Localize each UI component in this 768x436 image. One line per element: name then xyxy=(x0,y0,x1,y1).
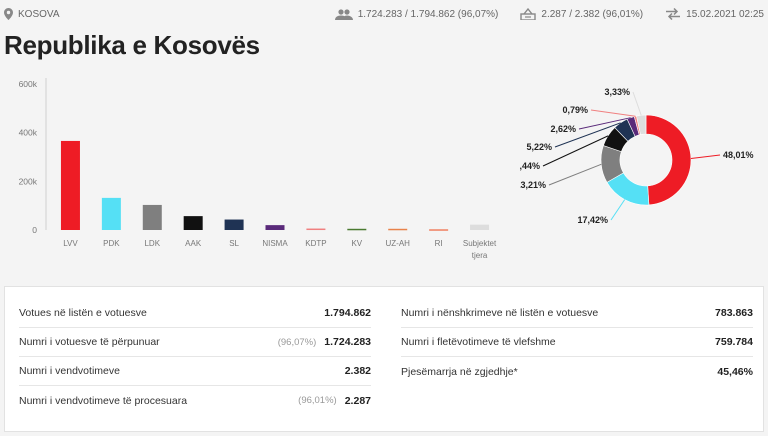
summary-label: Numri i votuesve të përpunuar xyxy=(19,336,160,348)
donut-chart: 48,01% 17,42% 13,21% 7,44% 5,22% 2,62% 0,79% 3,… xyxy=(520,87,754,225)
bar[interactable] xyxy=(224,219,244,230)
x-tick-label: UZ-AH xyxy=(386,239,411,248)
timestamp: 15.02.2021 02:25 xyxy=(651,8,764,20)
summary-label: Numri i vendvotimeve të procesuara xyxy=(19,394,188,407)
summary-value: 1.794.862 xyxy=(324,307,371,319)
bar[interactable] xyxy=(429,229,449,231)
slice-label: 17,42% xyxy=(577,215,608,225)
leader-line xyxy=(690,154,721,160)
summary-row: Numri i vendvotimeve të procesuara (96,0… xyxy=(19,386,371,415)
y-tick-label: 200k xyxy=(19,176,38,186)
summary-left-column: Votues në listën e votuesve 1.794.862 Nu… xyxy=(19,299,371,415)
bar[interactable] xyxy=(388,228,408,231)
leader-line xyxy=(632,91,642,116)
leader-line xyxy=(610,199,626,221)
summary-label: Numri i nënshkrimeve në listën e votuesv… xyxy=(401,307,599,319)
summary-value: 45,46% xyxy=(717,365,753,378)
summary-value: 2.382 xyxy=(344,365,371,377)
bar[interactable] xyxy=(265,225,285,230)
x-tick-label: tjera xyxy=(472,251,488,260)
slice-label: 7,44% xyxy=(520,161,540,171)
summary-row: Numri i vendvotimeve 2.382 xyxy=(19,357,371,386)
summary-value: 2.287 xyxy=(344,394,371,407)
map-pin-icon xyxy=(4,8,13,20)
x-tick-label: KDTP xyxy=(305,239,326,248)
stations-stat-text: 2.287 / 2.382 (96,01%) xyxy=(541,8,644,20)
summary-row: Numri i nënshkrimeve në listën e votuesv… xyxy=(401,299,753,328)
summary-pct: (96,01%) xyxy=(298,395,337,406)
bar[interactable] xyxy=(306,228,326,231)
summary-label: Votues në listën e votuesve xyxy=(19,307,147,319)
summary-row: Pjesëmarrja në zgjedhje* 45,46% xyxy=(401,357,753,386)
bar[interactable] xyxy=(142,204,162,230)
x-tick-label: KV xyxy=(351,239,362,248)
summary-value: 783.863 xyxy=(715,307,753,319)
stations-stat: 2.287 / 2.382 (96,01%) xyxy=(506,8,643,20)
bar[interactable] xyxy=(183,216,203,230)
x-tick-label: SL xyxy=(229,239,239,248)
summary-label: Pjesëmarrja në zgjedhje* xyxy=(401,365,518,378)
top-bar: KOSOVA 1.724.283 / 1.794.862 (96,07%) 2.… xyxy=(0,0,768,28)
slice-label: 13,21% xyxy=(520,180,546,190)
x-tick-label: RI xyxy=(435,239,443,248)
y-tick-label: 0 xyxy=(32,225,37,235)
y-tick-label: 400k xyxy=(19,128,38,138)
summary-label: Numri i vendvotimeve xyxy=(19,365,120,377)
leader-line xyxy=(542,135,609,167)
leader-line xyxy=(548,163,602,186)
sync-arrows-icon xyxy=(666,8,681,20)
bar-chart: 0 200k 400k 600k LVV PDK LDK AAK SL NISMA KDTP KV UZ… xyxy=(19,78,497,260)
bar[interactable] xyxy=(470,224,490,230)
slice-label: 2,62% xyxy=(550,124,576,134)
voters-stat-text: 1.724.283 / 1.794.862 (96,07%) xyxy=(357,8,499,20)
summary-label: Numri i fletëvotimeve të vlefshme xyxy=(401,336,556,348)
slice-label: 5,22% xyxy=(526,142,552,152)
x-tick-label: Subjektet xyxy=(463,239,497,248)
summary-right-column: Numri i nënshkrimeve në listën e votuesv… xyxy=(401,299,753,386)
donut-slice[interactable] xyxy=(645,114,692,206)
summary-panel: Votues në listën e votuesve 1.794.862 Nu… xyxy=(4,286,764,432)
y-tick-label: 600k xyxy=(19,79,38,89)
summary-row: Votues në listën e votuesve 1.794.862 xyxy=(19,299,371,328)
slice-label: 3,33% xyxy=(604,87,630,97)
bar[interactable] xyxy=(60,140,80,230)
x-tick-label: PDK xyxy=(103,239,120,248)
voters-stat: 1.724.283 / 1.794.862 (96,07%) xyxy=(334,8,499,20)
x-tick-label: NISMA xyxy=(262,239,288,248)
summary-row: Numri i votuesve të përpunuar (96,07%) 1.… xyxy=(19,328,371,357)
bar[interactable] xyxy=(347,228,367,231)
location: KOSOVA xyxy=(4,8,60,20)
x-tick-label: LVV xyxy=(63,239,78,248)
x-tick-label: AAK xyxy=(185,239,202,248)
leader-line xyxy=(590,109,636,117)
slice-label: 0,79% xyxy=(562,105,588,115)
slice-label: 48,01% xyxy=(723,150,754,160)
summary-pct: (96,07%) xyxy=(277,336,317,348)
ballot-box-icon xyxy=(520,8,537,20)
x-tick-label: LDK xyxy=(144,239,160,248)
summary-value: 759.784 xyxy=(715,336,753,348)
people-icon xyxy=(334,8,353,20)
timestamp-text: 15.02.2021 02:25 xyxy=(686,8,764,20)
summary-row: Numri i fletëvotimeve të vlefshme 759.78… xyxy=(401,328,753,357)
summary-value: 1.724.283 xyxy=(324,336,371,348)
location-label: KOSOVA xyxy=(18,8,60,20)
bar[interactable] xyxy=(101,197,121,230)
page-title: Republika e Kosovës xyxy=(4,30,260,60)
